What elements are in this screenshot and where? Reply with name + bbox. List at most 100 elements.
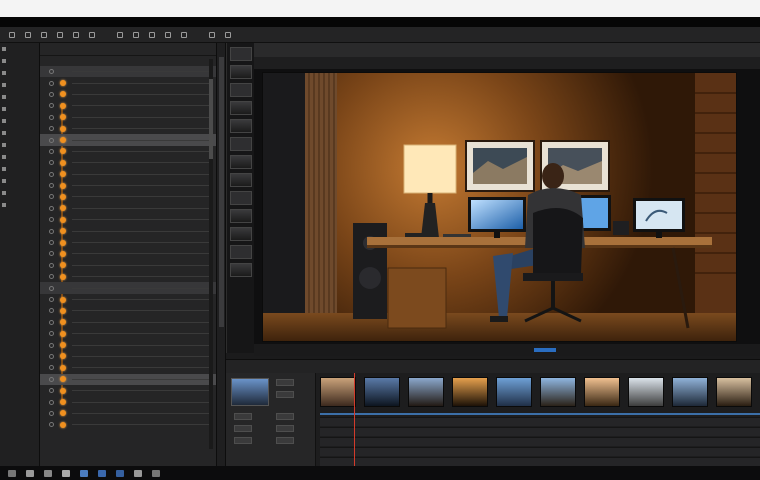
- tool-item[interactable]: [0, 103, 39, 115]
- tool-item[interactable]: [0, 127, 39, 139]
- toolbar-button[interactable]: [144, 31, 160, 38]
- visibility-eye-icon[interactable]: [49, 80, 54, 86]
- viewer-thumbnail[interactable]: [230, 173, 252, 187]
- viewer-thumbnail[interactable]: [230, 209, 252, 223]
- viewer-thumbnail[interactable]: [230, 47, 252, 61]
- layer-row[interactable]: [40, 328, 216, 339]
- viewer-thumbnail[interactable]: [230, 119, 252, 133]
- visibility-eye-icon[interactable]: [49, 148, 54, 154]
- timeline[interactable]: [226, 373, 760, 466]
- toolbar-button[interactable]: [4, 31, 20, 38]
- visibility-eye-icon[interactable]: [49, 365, 54, 371]
- visibility-eye-icon[interactable]: [49, 251, 54, 257]
- source-clip-thumbnail[interactable]: [231, 378, 269, 406]
- visibility-eye-icon[interactable]: [49, 399, 54, 405]
- visibility-eye-icon[interactable]: [49, 171, 54, 177]
- viewer-thumbnail[interactable]: [230, 227, 252, 241]
- toolbar-button[interactable]: [160, 31, 176, 38]
- layer-row[interactable]: [40, 339, 216, 350]
- taskbar-item[interactable]: [116, 469, 124, 477]
- video-track[interactable]: [320, 377, 760, 409]
- viewer-thumbnail[interactable]: [230, 191, 252, 205]
- timeline-control[interactable]: [276, 413, 294, 420]
- layer-row[interactable]: [40, 169, 216, 180]
- tool-item[interactable]: [0, 187, 39, 199]
- visibility-eye-icon[interactable]: [49, 69, 54, 75]
- visibility-eye-icon[interactable]: [49, 137, 54, 143]
- visibility-eye-icon[interactable]: [49, 160, 54, 166]
- scrollbar-thumb[interactable]: [209, 79, 213, 159]
- timeline-track[interactable]: [320, 457, 760, 466]
- visibility-eye-icon[interactable]: [49, 285, 54, 291]
- layer-row[interactable]: [40, 408, 216, 419]
- layer-row[interactable]: [40, 351, 216, 362]
- timeline-clip[interactable]: [364, 377, 400, 407]
- taskbar-item[interactable]: [8, 469, 16, 477]
- taskbar-item[interactable]: [26, 469, 34, 477]
- timeline-clip[interactable]: [716, 377, 752, 407]
- timeline-control[interactable]: [234, 437, 252, 444]
- taskbar-item[interactable]: [98, 469, 106, 477]
- scrollbar-thumb[interactable]: [219, 57, 224, 327]
- timeline-control[interactable]: [234, 413, 252, 420]
- timeline-control[interactable]: [276, 391, 294, 398]
- timeline-clip[interactable]: [408, 377, 444, 407]
- viewer-thumbnail[interactable]: [230, 83, 252, 97]
- visibility-eye-icon[interactable]: [49, 331, 54, 337]
- viewer-thumbnail[interactable]: [230, 263, 252, 277]
- layer-row[interactable]: [40, 396, 216, 407]
- layer-row[interactable]: [40, 112, 216, 123]
- layer-row[interactable]: [40, 89, 216, 100]
- layer-row[interactable]: [40, 100, 216, 111]
- visibility-eye-icon[interactable]: [49, 205, 54, 211]
- viewer-thumbnail[interactable]: [230, 65, 252, 79]
- toolbar-button[interactable]: [220, 31, 236, 38]
- tool-item[interactable]: [0, 139, 39, 151]
- visibility-eye-icon[interactable]: [49, 183, 54, 189]
- layer-row[interactable]: [40, 203, 216, 214]
- visibility-eye-icon[interactable]: [49, 319, 54, 325]
- visibility-eye-icon[interactable]: [49, 297, 54, 302]
- timeline-control[interactable]: [276, 425, 294, 432]
- toolbar-button[interactable]: [36, 31, 52, 38]
- layer-row[interactable]: [40, 362, 216, 373]
- visibility-eye-icon[interactable]: [49, 308, 54, 314]
- tool-item[interactable]: [0, 91, 39, 103]
- layer-row[interactable]: [40, 294, 216, 305]
- visibility-eye-icon[interactable]: [49, 103, 54, 109]
- toolbar-button[interactable]: [68, 31, 84, 38]
- layer-row[interactable]: [40, 237, 216, 248]
- tool-item[interactable]: [0, 199, 39, 211]
- timeline-control[interactable]: [276, 437, 294, 444]
- taskbar-item[interactable]: [80, 469, 88, 477]
- layer-row[interactable]: [40, 157, 216, 168]
- layer-row[interactable]: [40, 146, 216, 157]
- timeline-track[interactable]: [320, 417, 760, 426]
- layer-row[interactable]: [40, 191, 216, 202]
- visibility-eye-icon[interactable]: [49, 228, 54, 234]
- layer-row[interactable]: [40, 317, 216, 328]
- tool-item[interactable]: [0, 175, 39, 187]
- timeline-control[interactable]: [276, 379, 294, 386]
- timeline-clip[interactable]: [628, 377, 664, 407]
- layer-row[interactable]: [40, 66, 216, 78]
- toolbar-button[interactable]: [112, 31, 128, 38]
- toolbar-button[interactable]: [84, 31, 100, 38]
- visibility-eye-icon[interactable]: [49, 114, 54, 120]
- tool-item[interactable]: [0, 151, 39, 163]
- layer-row[interactable]: [40, 225, 216, 236]
- audio-track[interactable]: [320, 413, 760, 415]
- viewer-thumbnail[interactable]: [230, 155, 252, 169]
- layer-row[interactable]: [40, 305, 216, 316]
- panel-scrollbar[interactable]: [216, 43, 226, 466]
- visibility-eye-icon[interactable]: [49, 376, 54, 382]
- layer-row[interactable]: [40, 180, 216, 191]
- layer-row[interactable]: [40, 373, 216, 385]
- visibility-eye-icon[interactable]: [49, 353, 54, 359]
- layer-row[interactable]: [40, 123, 216, 134]
- visibility-eye-icon[interactable]: [49, 388, 54, 394]
- tool-item[interactable]: [0, 115, 39, 127]
- toolbar-button[interactable]: [176, 31, 192, 38]
- timeline-clip[interactable]: [496, 377, 532, 407]
- taskbar-item[interactable]: [44, 469, 52, 477]
